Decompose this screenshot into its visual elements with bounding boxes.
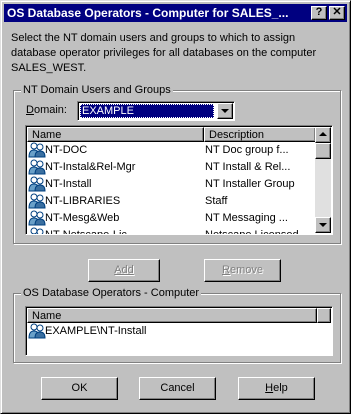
user-group-icon (28, 142, 46, 158)
user-group-icon (28, 193, 46, 209)
user-group-icon (28, 210, 46, 226)
domain-combobox[interactable]: EXAMPLE (77, 101, 235, 121)
window-title: OS Database Operators - Computer for SAL… (7, 6, 289, 20)
operators-column-header-name[interactable]: Name (27, 308, 317, 323)
description-text: Select the NT domain users and groups to… (11, 32, 317, 74)
list-item-name: NT-DOC (45, 144, 88, 156)
help-title-button[interactable]: ? (311, 6, 327, 20)
help-button[interactable]: Help (238, 377, 315, 400)
user-group-icon (28, 159, 46, 175)
column-header-description[interactable]: Description (204, 127, 316, 142)
remove-button-label-rest: emove (229, 264, 263, 276)
user-group-icon (28, 227, 46, 234)
nt-users-scrollbar[interactable] (315, 127, 331, 233)
user-group-icon (28, 176, 46, 192)
list-item[interactable]: NT-Install NT Installer Group (27, 176, 315, 193)
operators-column-header-filler (317, 308, 331, 323)
list-item-description: NT Messaging ... (205, 212, 288, 224)
user-group-icon (28, 323, 46, 339)
list-item-name: NT-Netscape-Lic (45, 229, 127, 235)
close-button[interactable]: ✕ (329, 6, 345, 20)
remove-button-label-r: R (222, 264, 230, 276)
list-item[interactable]: NT-Mesg&Web NT Messaging ... (27, 210, 315, 227)
list-item[interactable]: NT-LIBRARIES Staff (27, 193, 315, 210)
cancel-button[interactable]: Cancel (139, 377, 216, 400)
domain-label-text: omain: (33, 104, 67, 116)
list-item[interactable]: NT-DOC NT Doc group f... (27, 142, 315, 159)
scroll-down-button[interactable] (315, 217, 331, 233)
domain-label: Domain: (26, 104, 67, 116)
title-bar[interactable]: OS Database Operators - Computer for SAL… (4, 4, 347, 22)
dialog-window: OS Database Operators - Computer for SAL… (0, 0, 351, 414)
list-item[interactable]: EXAMPLE\NT-Install (27, 323, 327, 340)
list-item-description: Staff (205, 195, 228, 207)
list-item-description: NT Doc group f... (205, 144, 289, 156)
list-item-name: NT-Mesg&Web (45, 212, 120, 224)
list-item-description: NT Installer Group (205, 178, 295, 190)
nt-domain-group-label: NT Domain Users and Groups (21, 83, 173, 97)
ok-button[interactable]: OK (41, 377, 118, 400)
list-item-name: NT-LIBRARIES (45, 195, 121, 207)
domain-dropdown-button[interactable] (217, 103, 233, 119)
chevron-up-icon (319, 132, 327, 136)
remove-button[interactable]: Remove (204, 259, 281, 282)
add-button[interactable]: Add (88, 259, 160, 282)
list-item-name: EXAMPLE\NT-Install (45, 325, 147, 337)
scroll-up-button[interactable] (315, 127, 331, 143)
add-button-label: Add (114, 264, 134, 276)
chevron-down-icon (319, 223, 327, 227)
list-item[interactable]: NT-Netscape-Lic Netscape Licensed (27, 227, 315, 235)
scroll-thumb[interactable] (315, 143, 331, 159)
help-button-label-rest: elp (273, 382, 288, 394)
list-item-description: Netscape Licensed (205, 229, 299, 235)
list-item-description: NT Install & Rel... (205, 161, 291, 173)
list-item-name: NT-Install (45, 178, 92, 190)
help-button-label-h: H (265, 382, 274, 394)
operators-group-label: OS Database Operators - Computer (21, 286, 202, 300)
list-item-name: NT-Instal&Rel-Mgr (45, 161, 136, 173)
operators-listbox[interactable]: Name EXAMPLE\NT-Install (25, 306, 333, 356)
list-item[interactable]: NT-Instal&Rel-Mgr NT Install & Rel... (27, 159, 315, 176)
chevron-down-icon (221, 109, 229, 113)
domain-combobox-value: EXAMPLE (80, 104, 214, 118)
column-header-name[interactable]: Name (27, 127, 204, 142)
nt-users-listbox[interactable]: Name Description NT-DOC NT Doc group f...… (25, 125, 333, 235)
